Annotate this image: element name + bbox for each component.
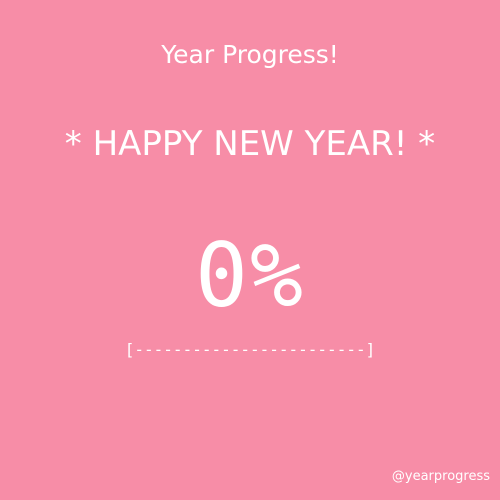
new-year-headline: * HAPPY NEW YEAR! * [64, 124, 436, 164]
progress-bar: [------------------------] [124, 340, 376, 359]
page-title: Year Progress! [161, 40, 339, 69]
account-handle: @yearprogress [391, 469, 490, 484]
progress-percent: 0% [195, 224, 305, 327]
